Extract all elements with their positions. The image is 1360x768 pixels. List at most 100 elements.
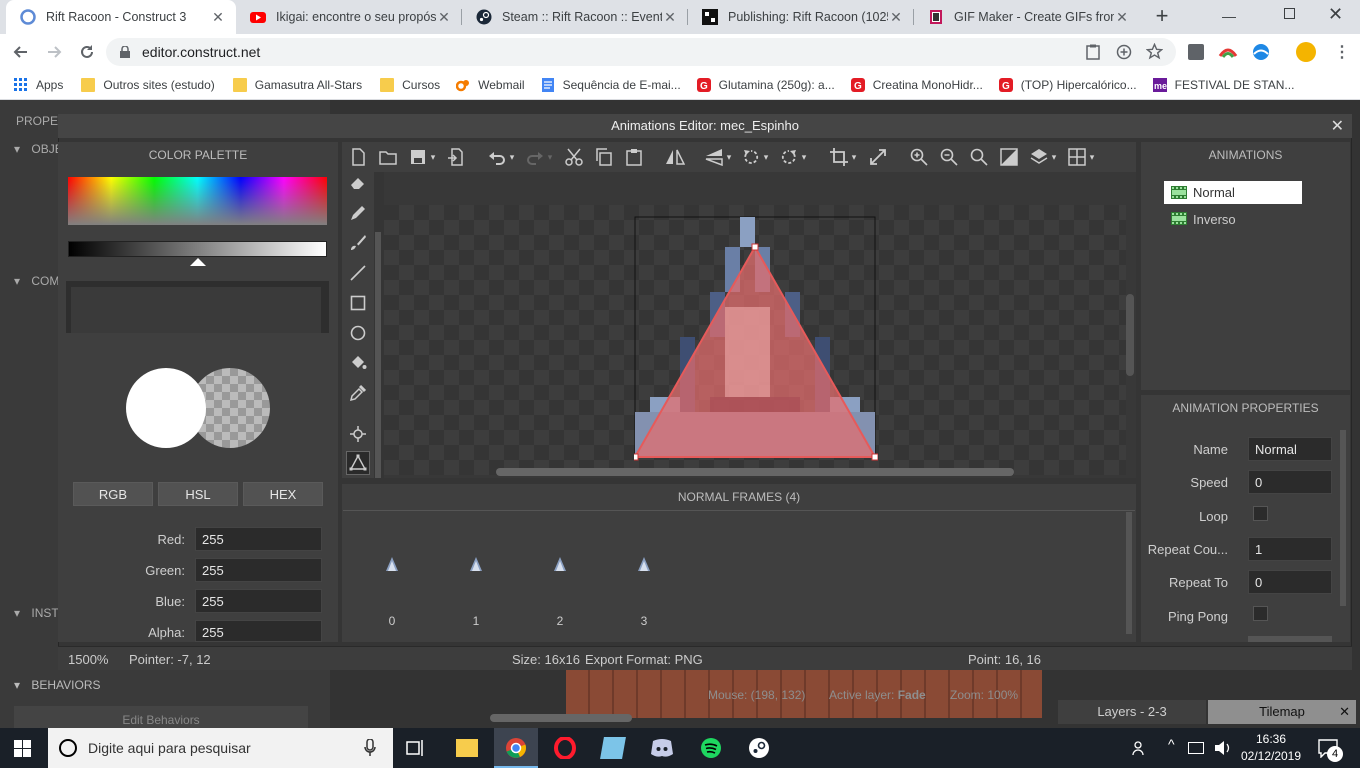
behaviors-section[interactable]: ▾ BEHAVIORS <box>14 678 101 692</box>
chevron-down-icon[interactable]: ▾ <box>798 146 810 168</box>
instance-section[interactable]: ▾ INST <box>14 606 59 620</box>
close-tab-icon[interactable]: ✕ <box>210 9 226 26</box>
eyedropper-icon[interactable] <box>346 381 370 405</box>
flip-vertical-icon[interactable] <box>703 146 725 168</box>
red-input[interactable]: 255 <box>195 527 322 551</box>
windows-start-icon[interactable] <box>14 740 31 757</box>
crop-icon[interactable] <box>828 146 850 168</box>
frame-thumb[interactable]: 1 <box>460 550 492 630</box>
taskbar-search[interactable]: Digite aqui para pesquisar <box>48 728 393 768</box>
close-tab-icon[interactable]: ✕ <box>436 9 452 26</box>
avatar[interactable] <box>1296 42 1316 62</box>
tab-itch[interactable]: Publishing: Rift Racoon (10254 ✕ <box>688 0 914 34</box>
background-toggle-icon[interactable] <box>998 146 1020 168</box>
network-icon[interactable] <box>1188 742 1204 754</box>
bookmark-docs[interactable]: Sequência de E-mai... <box>541 77 681 92</box>
extension-icon[interactable] <box>1252 43 1270 61</box>
tab-construct[interactable]: Rift Racoon - Construct 3 ✕ <box>6 0 236 34</box>
forward-icon[interactable] <box>45 43 63 61</box>
canvas-hscrollbar[interactable] <box>496 468 1014 476</box>
close-icon[interactable]: ✕ <box>1339 700 1350 724</box>
chevron-down-icon[interactable]: ▾ <box>1048 146 1060 168</box>
chevron-down-icon[interactable]: ▾ <box>723 146 735 168</box>
sprite-canvas[interactable] <box>634 216 878 462</box>
steam-icon[interactable] <box>748 737 770 759</box>
blue-input[interactable]: 255 <box>195 589 322 613</box>
edit-behaviors-button[interactable]: Edit Behaviors <box>14 706 308 728</box>
frames-scrollbar[interactable] <box>1126 512 1132 634</box>
tab-tilemap[interactable]: Tilemap ✕ <box>1208 700 1356 724</box>
undo-icon[interactable] <box>486 146 508 168</box>
tab-youtube[interactable]: Ikigai: encontre o seu propósito ✕ <box>236 0 462 34</box>
ping-pong-checkbox[interactable] <box>1253 606 1268 621</box>
spotify-icon[interactable] <box>700 737 722 759</box>
new-tab-button[interactable]: + <box>1150 5 1174 29</box>
bookmark-folder[interactable]: Gamasutra All-Stars <box>232 77 362 92</box>
bookmark-webmail[interactable]: Webmail <box>456 78 525 92</box>
tab-gif-maker[interactable]: GIF Maker - Create GIFs from V ✕ <box>914 0 1140 34</box>
file-explorer-icon[interactable] <box>456 739 478 757</box>
import-icon[interactable] <box>445 146 467 168</box>
extension-icon[interactable] <box>1188 44 1204 60</box>
alpha-input[interactable]: 255 <box>195 620 322 642</box>
animation-item-inverso[interactable]: Inverso <box>1164 207 1302 230</box>
back-icon[interactable] <box>12 43 30 61</box>
chevron-down-icon[interactable]: ▾ <box>760 146 772 168</box>
close-tab-icon[interactable]: ✕ <box>662 9 678 26</box>
chevron-down-icon[interactable]: ▾ <box>427 146 439 168</box>
bookmark-store[interactable]: G Creatina MonoHidr... <box>850 77 983 92</box>
paste-icon[interactable] <box>623 146 645 168</box>
save-icon[interactable] <box>407 146 429 168</box>
hsl-mode-button[interactable]: HSL <box>158 482 238 506</box>
objects-section[interactable]: ▾ OBJE <box>14 142 63 156</box>
bookmark-festival[interactable]: me FESTIVAL DE STAN... <box>1152 77 1294 92</box>
zoom-out-icon[interactable] <box>938 146 960 168</box>
bookmark-folder[interactable]: Cursos <box>380 77 440 92</box>
resize-icon[interactable] <box>867 146 889 168</box>
microphone-icon[interactable] <box>364 739 376 757</box>
rotate-right-icon[interactable] <box>778 146 800 168</box>
polygon-point-handle[interactable] <box>751 243 759 251</box>
line-tool-icon[interactable] <box>346 261 370 285</box>
rectangle-tool-icon[interactable] <box>346 291 370 315</box>
frame-thumb[interactable]: 3 <box>628 550 660 630</box>
cut-icon[interactable] <box>563 146 585 168</box>
common-section[interactable]: ▾ COM <box>14 274 59 288</box>
tools-scrollbar[interactable] <box>375 232 381 478</box>
primary-color-swatch[interactable] <box>126 368 206 448</box>
polygon-point-handle[interactable] <box>871 453 878 461</box>
extension-icon[interactable] <box>1218 44 1238 60</box>
layers-icon[interactable] <box>1028 146 1050 168</box>
swatch-grid[interactable] <box>66 281 329 333</box>
clock-time[interactable]: 16:36 <box>1238 732 1304 746</box>
close-tab-icon[interactable]: ✕ <box>888 9 904 26</box>
copy-icon[interactable] <box>593 146 615 168</box>
address-bar[interactable]: editor.construct.net <box>106 38 1176 66</box>
pencil-icon[interactable] <box>346 201 370 225</box>
green-input[interactable]: 255 <box>195 558 322 582</box>
hex-mode-button[interactable]: HEX <box>243 482 323 506</box>
bookmark-folder[interactable]: Outros sites (estudo) <box>81 77 215 92</box>
ellipse-tool-icon[interactable] <box>346 321 370 345</box>
chevron-up-icon[interactable]: ^ <box>1168 736 1175 752</box>
flip-horizontal-icon[interactable] <box>664 146 686 168</box>
eraser-icon[interactable] <box>346 171 370 195</box>
hue-spectrum[interactable] <box>68 177 327 225</box>
speed-input[interactable]: 0 <box>1248 470 1332 494</box>
collision-polygon-icon[interactable] <box>346 451 370 475</box>
rgb-mode-button[interactable]: RGB <box>73 482 153 506</box>
chevron-down-icon[interactable]: ▾ <box>506 146 518 168</box>
rotate-left-icon[interactable] <box>740 146 762 168</box>
grid-icon[interactable] <box>1066 146 1088 168</box>
polygon-point-handle[interactable] <box>634 453 639 461</box>
canvas-vscrollbar[interactable] <box>1126 294 1134 376</box>
close-window-icon[interactable]: ✕ <box>1328 4 1343 25</box>
app-icon[interactable] <box>600 737 626 759</box>
zoom-in-icon[interactable] <box>908 146 930 168</box>
clipboard-icon[interactable] <box>1086 44 1100 60</box>
origin-point-icon[interactable] <box>346 422 370 446</box>
properties-scrollbar[interactable] <box>1340 430 1346 606</box>
brightness-slider[interactable] <box>68 241 327 257</box>
frame-thumb[interactable]: 0 <box>376 550 408 630</box>
add-icon[interactable] <box>1116 44 1132 60</box>
